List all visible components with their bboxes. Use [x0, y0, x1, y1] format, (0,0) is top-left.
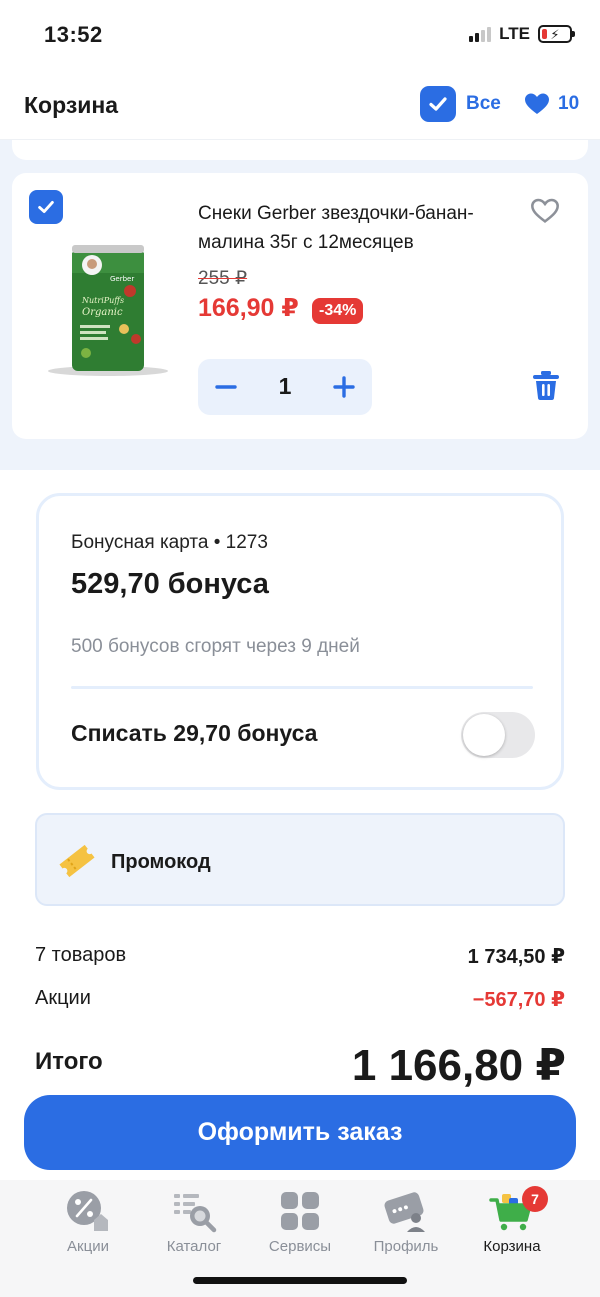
tab-promotions[interactable]: Акции [38, 1188, 138, 1255]
select-all-label: Все [466, 93, 501, 114]
page-title: Корзина [24, 92, 119, 118]
services-grid-icon [281, 1192, 319, 1230]
tab-label: Каталог [166, 1238, 222, 1255]
tab-services[interactable]: Сервисы [250, 1188, 350, 1255]
signal-icon [469, 26, 492, 42]
favorites-button[interactable]: 10 [524, 92, 579, 116]
tab-label: Акции [67, 1238, 109, 1255]
old-price: 255 ₽ [198, 268, 248, 289]
promo-code-label: Промокод [111, 851, 211, 873]
percent-icon [67, 1191, 108, 1231]
bonus-expiry-note: 500 бонусов сгорят через 9 дней [71, 636, 360, 657]
cart-item-card[interactable]: Gerber NutriPuffs Organic Снеки Gerber з… [12, 173, 588, 439]
previous-item-card [12, 140, 588, 160]
check-icon [38, 201, 54, 213]
status-time: 13:52 [44, 22, 103, 47]
current-price: 166,90 ₽ [198, 294, 299, 322]
add-to-favorites-button[interactable] [530, 197, 560, 230]
promotions-discount: −567,70 ₽ [472, 989, 565, 1011]
profile-card-icon [384, 1192, 425, 1232]
items-subtotal: 1 734,50 ₽ [467, 946, 565, 968]
heart-outline-icon [531, 198, 559, 223]
favorites-count: 10 [558, 93, 580, 114]
tab-cart[interactable]: 7 Корзина [462, 1186, 562, 1255]
svg-text:Gerber: Gerber [110, 275, 134, 283]
divider [71, 686, 533, 689]
tab-label: Сервисы [268, 1238, 332, 1255]
ticket-icon [59, 844, 95, 878]
network-label: LTE [499, 24, 530, 43]
status-icons: LTE ⚡ [469, 24, 575, 44]
select-all-toggle[interactable]: Все [420, 86, 501, 122]
catalog-search-icon [174, 1194, 217, 1233]
promotions-label: Акции [35, 987, 91, 1009]
check-icon [429, 97, 447, 111]
total-label: Итого [35, 1048, 103, 1075]
remove-item-button[interactable] [530, 369, 562, 406]
select-all-checkbox[interactable] [420, 86, 456, 122]
discount-badge: -34% [312, 298, 364, 324]
plus-icon [333, 376, 355, 398]
bonus-balance: 529,70 бонуса [71, 568, 269, 600]
status-bar: 13:52 LTE ⚡ [0, 0, 600, 72]
bonus-card-label: Бонусная карта • 1273 [71, 532, 268, 553]
tab-profile[interactable]: Профиль [356, 1188, 456, 1255]
tab-label: Корзина [483, 1238, 541, 1255]
item-checkbox[interactable] [29, 190, 63, 224]
svg-text:NutriPuffs: NutriPuffs [81, 296, 124, 305]
quantity-stepper: 1 [198, 359, 372, 415]
increase-quantity-button[interactable] [324, 367, 364, 407]
product-image[interactable]: Gerber NutriPuffs Organic [38, 231, 178, 381]
promo-code-button[interactable]: Промокод [35, 813, 565, 906]
tab-label: Профиль [373, 1238, 439, 1255]
home-indicator [193, 1277, 407, 1284]
summary-items-row: 7 товаров 1 734,50 ₽ [35, 944, 565, 969]
trash-icon [533, 371, 559, 400]
total-value: 1 166,80 ₽ [351, 1041, 566, 1090]
svg-text:Organic: Organic [82, 307, 123, 318]
use-bonus-toggle[interactable] [461, 712, 535, 758]
cart-count-badge: 7 [522, 1186, 548, 1212]
items-count-label: 7 товаров [35, 944, 127, 966]
tab-catalog[interactable]: Каталог [144, 1188, 244, 1255]
checkout-button[interactable]: Оформить заказ [24, 1095, 576, 1170]
toggle-knob [463, 714, 505, 756]
bonus-card: Бонусная карта • 1273 529,70 бонуса 500 … [36, 493, 564, 790]
product-name[interactable]: Снеки Gerber звездочки-банан-малина 35г … [198, 199, 528, 257]
heart-filled-icon [525, 93, 549, 114]
use-bonus-label: Списать 29,70 бонуса [71, 720, 318, 746]
cart-header: Корзина Все 10 [0, 72, 600, 140]
battery-icon: ⚡ [538, 25, 575, 43]
summary-promo-row: Акции −567,70 ₽ [35, 987, 565, 1012]
